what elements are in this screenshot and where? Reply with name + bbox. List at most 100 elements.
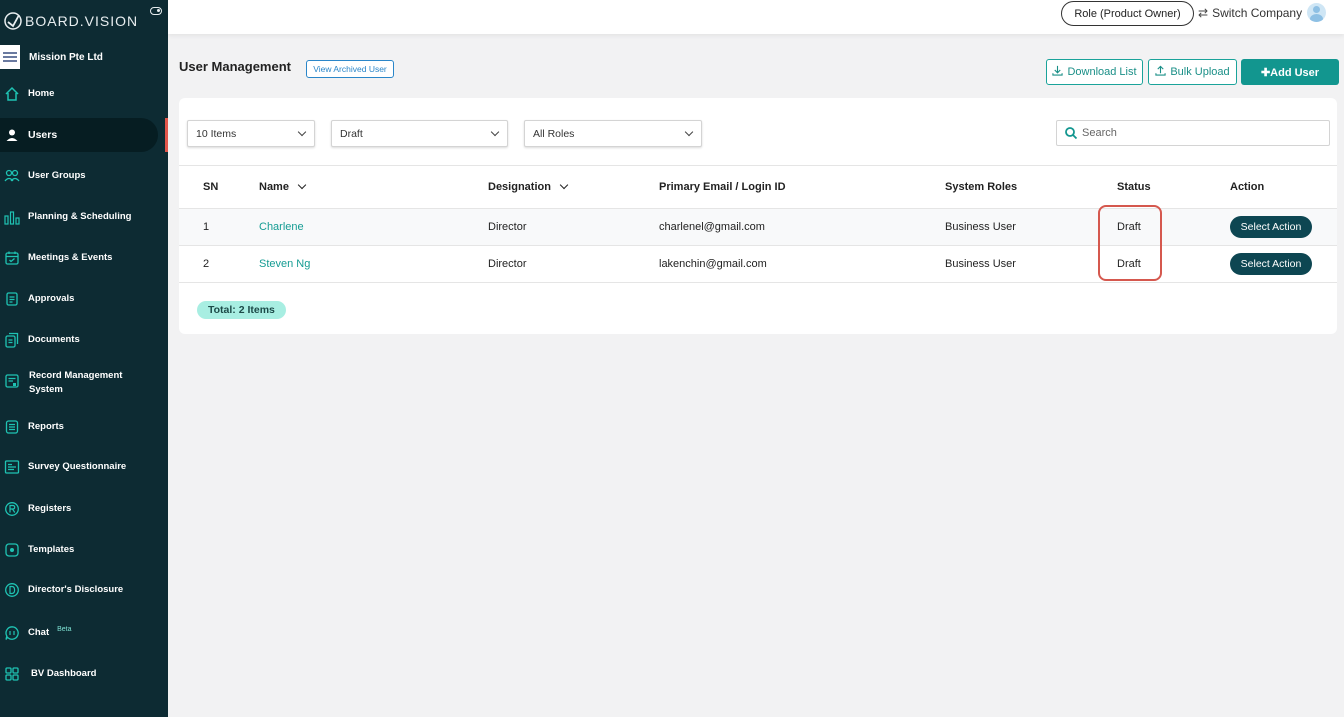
user-icon — [3, 126, 21, 144]
sidebar-item-label: Approvals — [28, 293, 75, 304]
cell-system-roles: Business User — [945, 258, 1016, 270]
column-label: Name — [259, 181, 289, 193]
sidebar-item-label: Survey Questionnaire — [28, 461, 127, 472]
sidebar-item-label: User Groups — [28, 170, 86, 181]
sidebar-item-templates[interactable]: Templates — [0, 540, 166, 560]
column-label: System Roles — [945, 181, 1018, 193]
cell-name-link[interactable]: Charlene — [259, 221, 304, 233]
sidebar-item-label: Templates — [28, 544, 75, 555]
page-title: User Management — [179, 59, 291, 74]
sidebar-item-home[interactable]: Home — [0, 84, 166, 104]
column-label: Primary Email / Login ID — [659, 181, 786, 193]
avatar[interactable] — [1307, 3, 1326, 22]
column-label: Action — [1230, 181, 1265, 193]
view-archived-user-button[interactable]: View Archived User — [306, 60, 394, 78]
chevron-down-icon — [684, 127, 694, 137]
cell-name-link[interactable]: Steven Ng — [259, 258, 310, 270]
sidebar-item-users[interactable]: Users — [0, 118, 158, 152]
column-header-action: Action — [1230, 181, 1264, 193]
beta-badge: Beta — [57, 625, 72, 633]
column-label: Status — [1117, 181, 1151, 193]
download-icon — [1052, 65, 1064, 79]
sidebar-item-survey[interactable]: Survey Questionnaire — [0, 457, 166, 477]
role-button[interactable]: Role (Product Owner) — [1061, 1, 1194, 26]
logo-mark-icon — [4, 12, 22, 30]
sidebar-item-label-line1: Record Management — [29, 370, 123, 381]
calendar-icon — [3, 249, 21, 267]
table-row: 1 Charlene Director charlenel@gmail.com … — [179, 209, 1337, 246]
sidebar-item-label: Chat Beta — [28, 626, 72, 641]
plus-icon: ✚ — [1260, 66, 1271, 79]
column-label: Designation — [488, 181, 551, 193]
total-items-badge: Total: 2 Items — [197, 301, 286, 319]
select-action-button[interactable]: Select Action — [1230, 253, 1312, 275]
add-user-button[interactable]: ✚Add User — [1241, 59, 1339, 85]
add-user-label: Add User — [1270, 66, 1320, 79]
status-filter-select[interactable]: Draft — [331, 120, 508, 147]
bulk-upload-button[interactable]: Bulk Upload — [1148, 59, 1237, 85]
users-table: SN Name Designation Primary Email / Logi… — [179, 165, 1337, 283]
bulk-upload-label: Bulk Upload — [1170, 66, 1230, 78]
switch-company-button[interactable]: ⇄ Switch Company — [1198, 6, 1302, 20]
sort-chevron-icon[interactable] — [297, 180, 307, 190]
company-name: Mission Pte Ltd — [29, 51, 103, 63]
sidebar-item-label: Meetings & Events — [28, 252, 113, 263]
chevron-down-icon — [490, 127, 500, 137]
sidebar-item-reports[interactable]: Reports — [0, 417, 166, 437]
report-icon — [3, 418, 21, 436]
items-per-page-select[interactable]: 10 Items — [187, 120, 315, 147]
table-header: SN Name Designation Primary Email / Logi… — [179, 165, 1337, 209]
swap-icon: ⇄ — [1198, 6, 1209, 20]
company-selector[interactable]: Mission Pte Ltd — [0, 44, 103, 70]
roles-filter-value: All Roles — [533, 127, 575, 140]
sidebar-item-registers[interactable]: Registers — [0, 499, 166, 519]
record-management-icon — [3, 372, 21, 390]
sidebar-item-label: Planning & Scheduling — [28, 211, 132, 222]
bar-chart-icon — [3, 208, 21, 226]
roles-filter-select[interactable]: All Roles — [524, 120, 702, 147]
column-header-name[interactable]: Name — [259, 180, 307, 193]
sidebar-item-planning[interactable]: Planning & Scheduling — [0, 207, 166, 227]
sidebar-item-approvals[interactable]: Approvals — [0, 289, 166, 309]
download-list-button[interactable]: Download List — [1046, 59, 1143, 85]
sidebar-item-label: Users — [28, 129, 58, 141]
sidebar-toggle-icon[interactable] — [150, 7, 162, 15]
download-list-label: Download List — [1067, 66, 1137, 78]
dashboard-icon — [3, 665, 21, 683]
column-header-system-roles: System Roles — [945, 181, 1017, 193]
sidebar-item-chat[interactable]: Chat Beta — [0, 623, 166, 643]
sidebar-item-label: Record Management System — [29, 369, 122, 397]
registered-icon — [3, 500, 21, 518]
search-box[interactable] — [1056, 120, 1330, 146]
sidebar-item-documents[interactable]: Documents — [0, 330, 166, 350]
sort-chevron-icon[interactable] — [559, 180, 569, 190]
items-per-page-value: 10 Items — [196, 127, 237, 140]
active-indicator — [165, 118, 168, 152]
cell-designation: Director — [488, 221, 527, 233]
search-icon — [1065, 127, 1078, 140]
chat-icon — [3, 624, 21, 642]
documents-icon — [3, 331, 21, 349]
sidebar-item-meetings[interactable]: Meetings & Events — [0, 248, 166, 268]
status-filter-value: Draft — [340, 127, 363, 140]
switch-company-label: Switch Company — [1212, 6, 1303, 20]
cell-email: charlenel@gmail.com — [659, 221, 765, 233]
sidebar-item-directors-disclosure[interactable]: Director's Disclosure — [0, 580, 166, 600]
sidebar-item-label-line2: System — [29, 384, 63, 395]
sidebar-item-record-management[interactable]: Record Management System — [0, 369, 166, 397]
approval-doc-icon — [3, 290, 21, 308]
chat-label: Chat — [28, 626, 50, 638]
sidebar-item-user-groups[interactable]: User Groups — [0, 166, 166, 186]
select-action-button[interactable]: Select Action — [1230, 216, 1312, 238]
sidebar-item-label: Registers — [28, 503, 72, 514]
app-logo[interactable]: BOARD.VISION — [3, 8, 165, 34]
logo-text: BOARD.VISION — [25, 13, 139, 29]
chevron-down-icon — [297, 127, 307, 137]
search-input[interactable] — [1082, 127, 1322, 139]
template-icon — [3, 541, 21, 559]
sidebar-item-bv-dashboard[interactable]: BV Dashboard — [0, 664, 166, 684]
column-label: SN — [203, 181, 219, 193]
column-header-designation[interactable]: Designation — [488, 180, 569, 193]
upload-icon — [1155, 65, 1166, 79]
column-header-status: Status — [1117, 181, 1151, 193]
